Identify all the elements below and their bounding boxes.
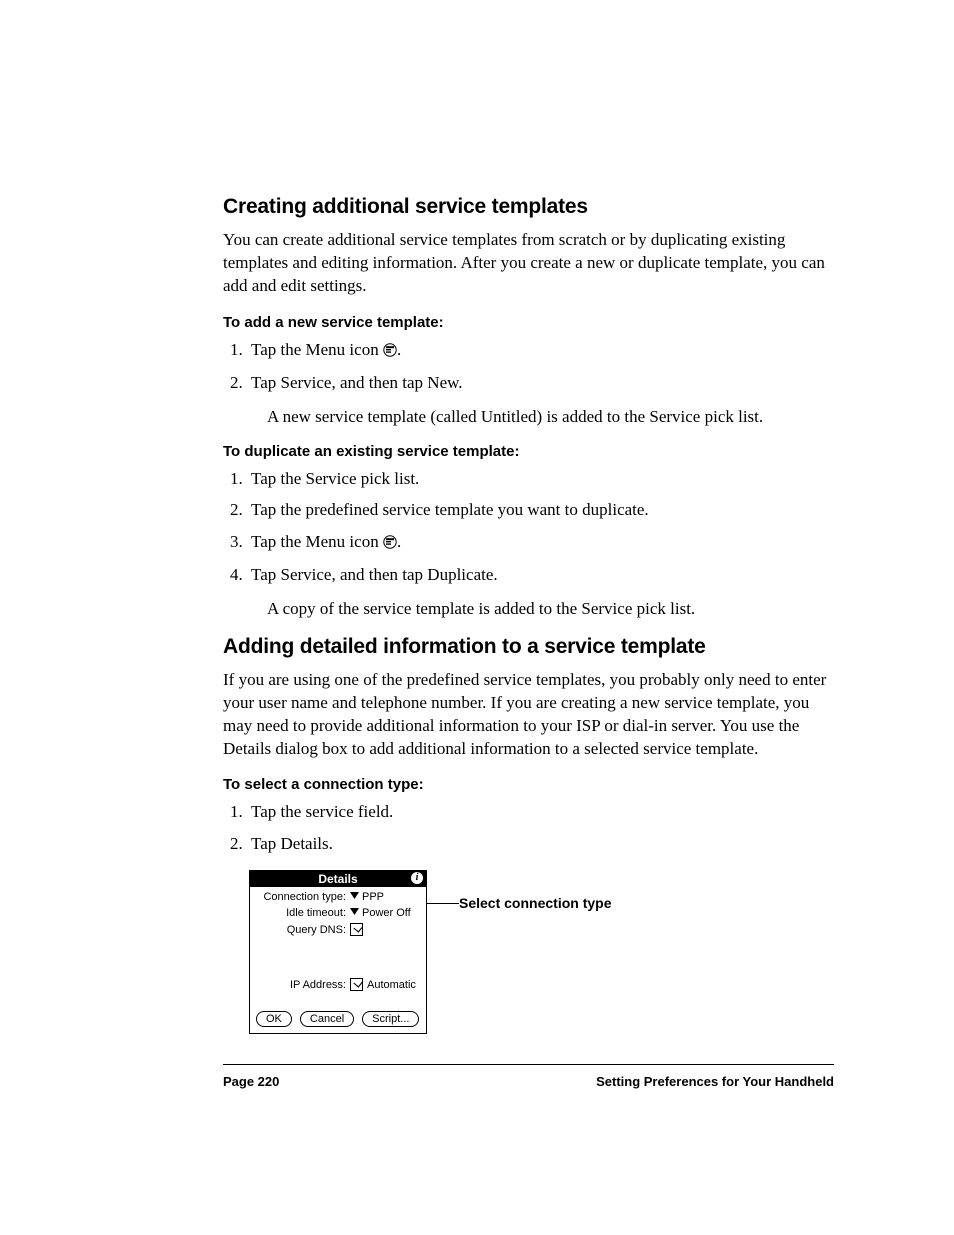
step: Tap the predefined service template you …	[247, 497, 834, 523]
step: Tap the service field.	[247, 799, 834, 825]
label-connection-type: Connection type:	[256, 891, 348, 903]
section-heading-creating: Creating additional service templates	[223, 195, 834, 219]
value-connection-type[interactable]: PPP	[362, 891, 384, 903]
row-ip-address: IP Address: Automatic	[256, 978, 420, 991]
step: Tap Service, and then tap New.	[247, 370, 834, 396]
value-idle-timeout[interactable]: Power Off	[362, 907, 411, 919]
step: Tap Service, and then tap Duplicate.	[247, 562, 834, 588]
ok-button[interactable]: OK	[256, 1011, 292, 1027]
procedure-heading-duplicate: To duplicate an existing service templat…	[223, 443, 834, 460]
dialog-body: Connection type: PPP Idle timeout: Power…	[250, 887, 426, 1007]
menu-icon	[383, 339, 397, 365]
row-idle-timeout: Idle timeout: Power Off	[256, 907, 420, 919]
page-footer: Page 220 Setting Preferences for Your Ha…	[223, 1074, 834, 1089]
footer-page-number: Page 220	[223, 1074, 279, 1089]
callout-line	[427, 903, 459, 904]
footer-rule	[223, 1064, 834, 1065]
dropdown-icon[interactable]	[350, 891, 359, 903]
row-query-dns: Query DNS:	[256, 923, 420, 936]
period: .	[397, 532, 401, 551]
details-dialog: Details i Connection type: PPP Idle time…	[249, 870, 427, 1034]
dialog-title-text: Details	[318, 872, 357, 886]
period: .	[397, 340, 401, 359]
step-result-duplicate: A copy of the service template is added …	[267, 598, 834, 621]
row-connection-type: Connection type: PPP	[256, 891, 420, 903]
step-text: Tap the Menu icon	[251, 340, 379, 359]
footer-chapter-title: Setting Preferences for Your Handheld	[596, 1074, 834, 1089]
checkbox-query-dns[interactable]	[350, 923, 363, 936]
cancel-button[interactable]: Cancel	[300, 1011, 354, 1027]
label-idle-timeout: Idle timeout:	[256, 907, 348, 919]
steps-add: Tap the Menu icon . Tap Service, and the…	[223, 337, 834, 396]
intro-paragraph-1: You can create additional service templa…	[223, 229, 834, 298]
dialog-button-row: OK Cancel Script...	[250, 1007, 426, 1033]
checkbox-ip-automatic[interactable]	[350, 978, 363, 991]
section-heading-adding: Adding detailed information to a service…	[223, 635, 834, 659]
steps-duplicate: Tap the Service pick list. Tap the prede…	[223, 466, 834, 588]
script-button[interactable]: Script...	[362, 1011, 419, 1027]
step-text: Tap the Menu icon	[251, 532, 379, 551]
value-ip-automatic: Automatic	[367, 979, 416, 991]
dialog-title-bar: Details i	[250, 871, 426, 887]
manual-page: Creating additional service templates Yo…	[0, 0, 954, 1235]
menu-icon	[383, 531, 397, 557]
step: Tap the Menu icon .	[247, 529, 834, 557]
step-result-add: A new service template (called Untitled)…	[267, 406, 834, 429]
figure-details-dialog: Details i Connection type: PPP Idle time…	[249, 870, 834, 1034]
step: Tap the Service pick list.	[247, 466, 834, 492]
steps-select: Tap the service field. Tap Details.	[223, 799, 834, 856]
label-query-dns: Query DNS:	[256, 924, 348, 936]
procedure-heading-select: To select a connection type:	[223, 776, 834, 793]
procedure-heading-add: To add a new service template:	[223, 314, 834, 331]
step: Tap Details.	[247, 831, 834, 857]
callout-label: Select connection type	[459, 895, 611, 911]
info-icon[interactable]: i	[411, 872, 423, 884]
dropdown-icon[interactable]	[350, 907, 359, 919]
label-ip-address: IP Address:	[256, 979, 348, 991]
step: Tap the Menu icon .	[247, 337, 834, 365]
intro-paragraph-2: If you are using one of the predefined s…	[223, 669, 834, 761]
